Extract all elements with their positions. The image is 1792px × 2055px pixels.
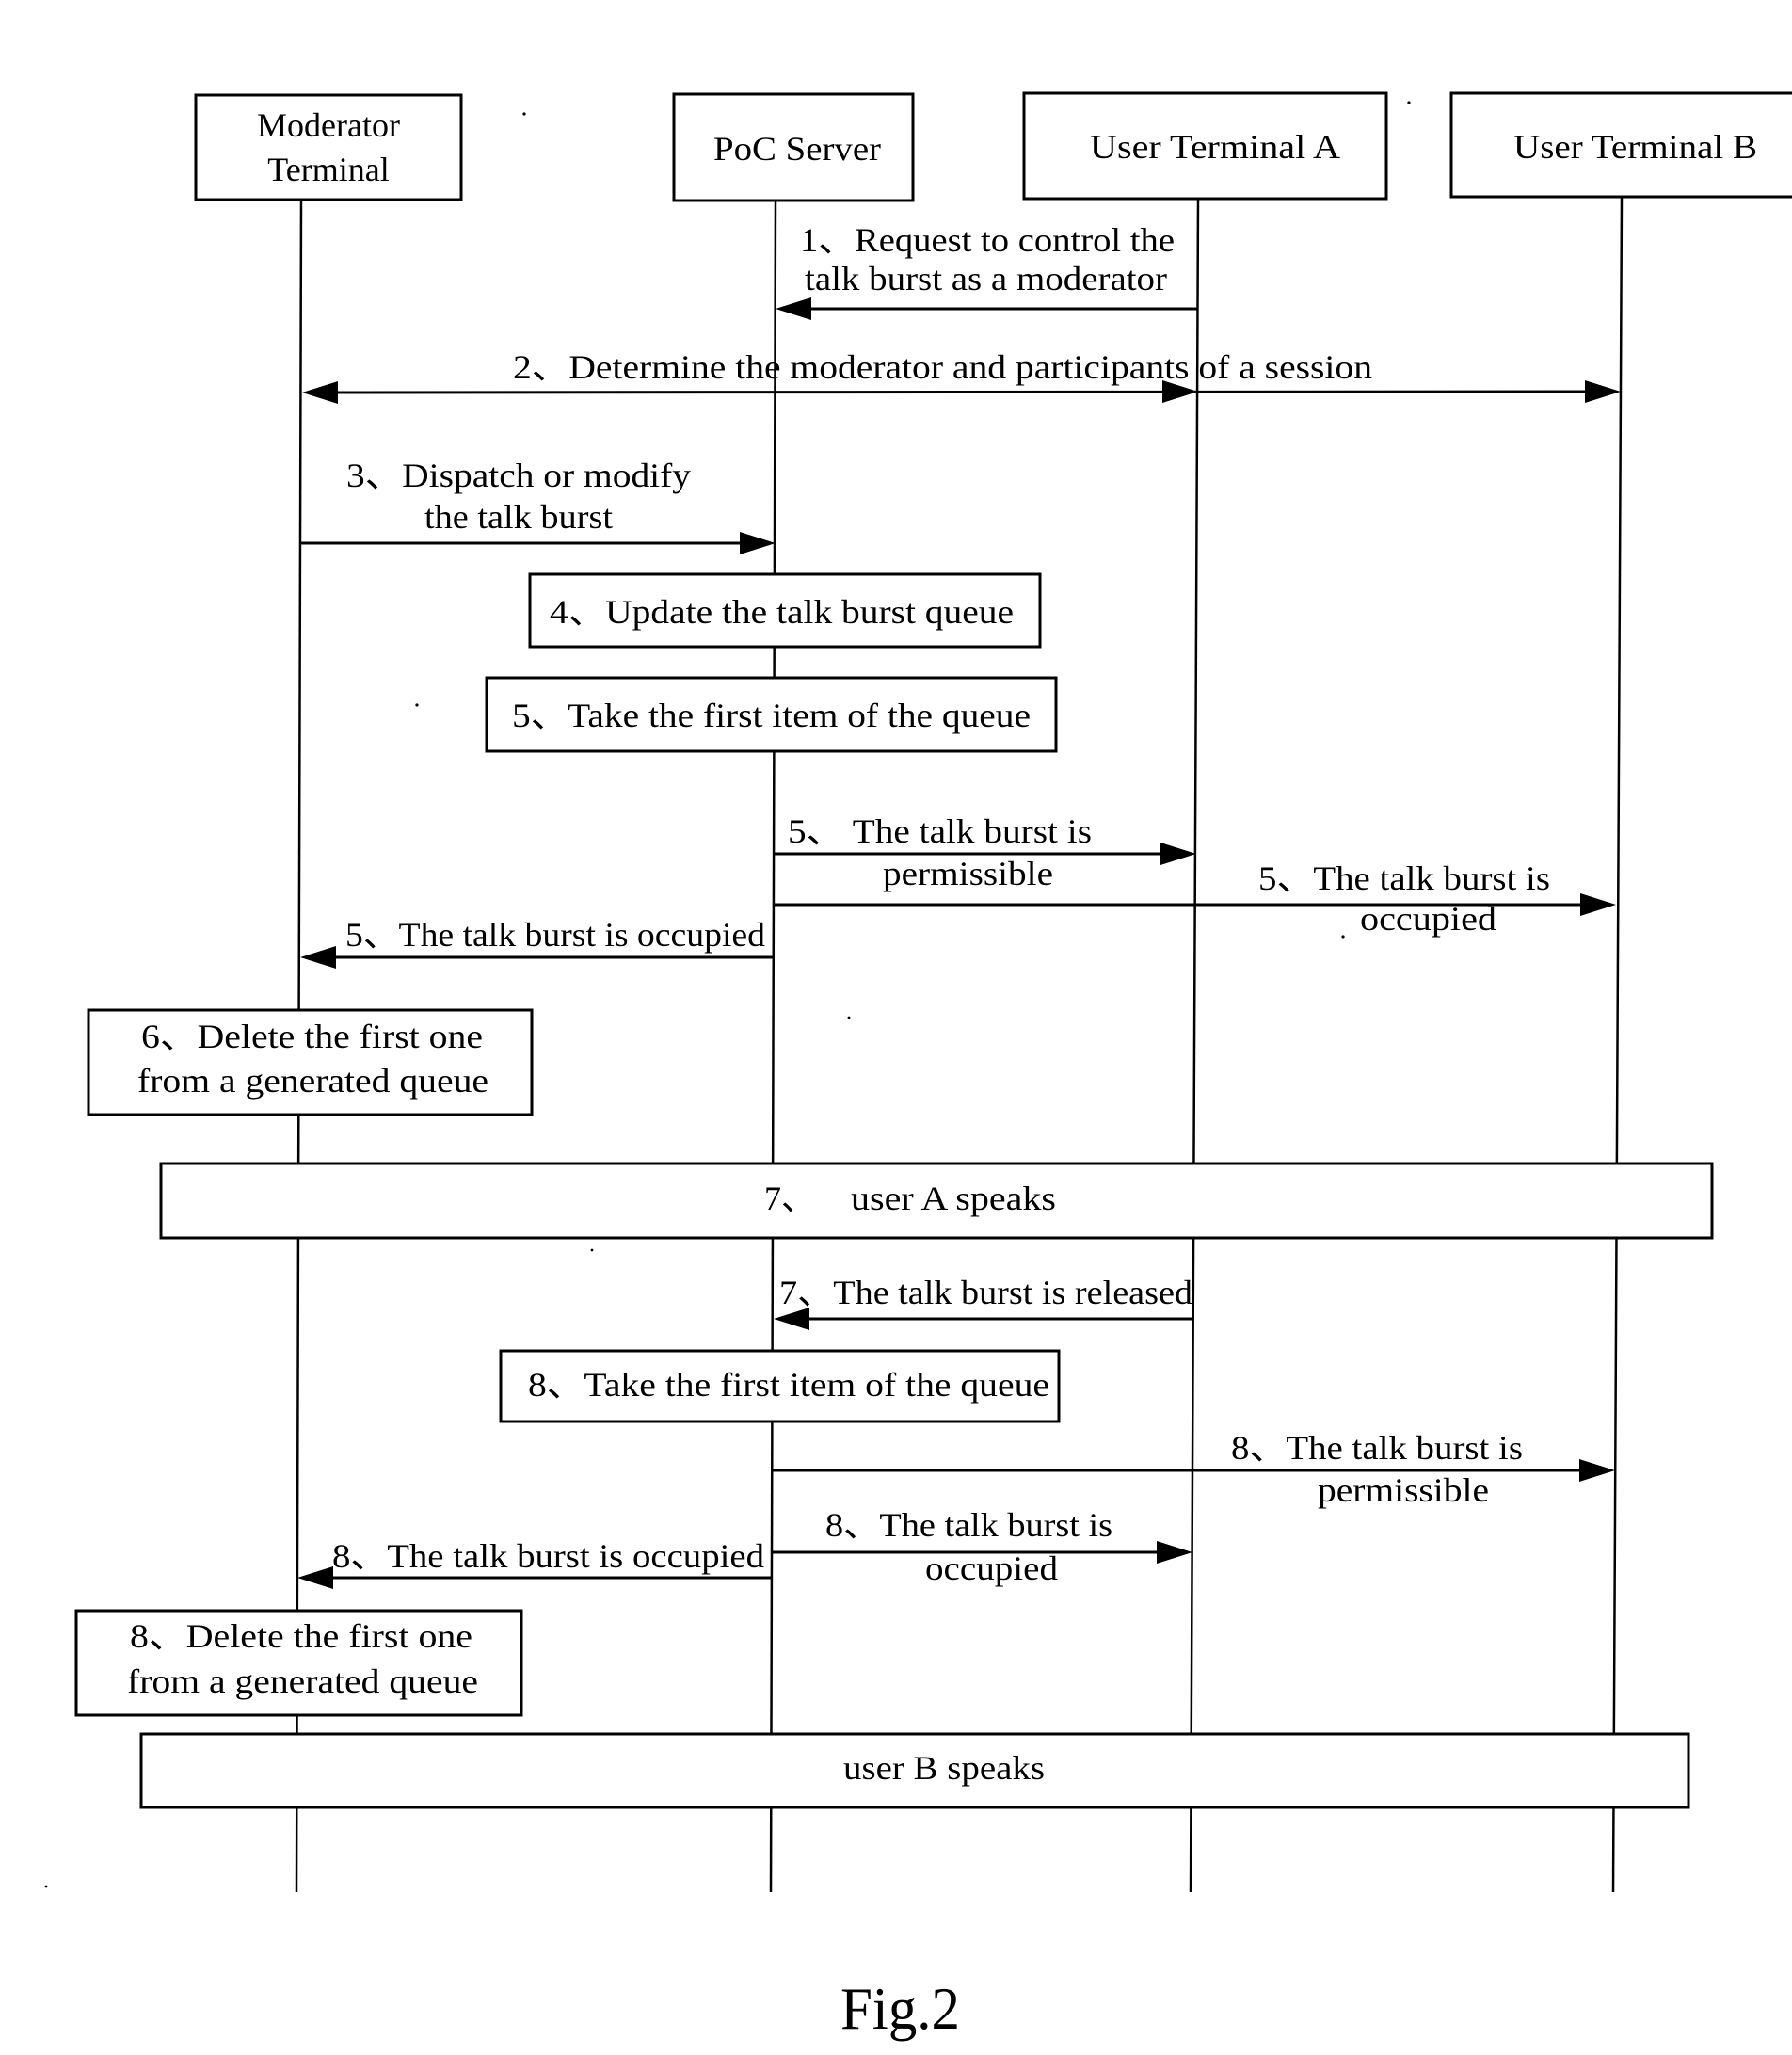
process-label: 4、Update the talk burst queue — [550, 593, 1014, 631]
message-label: 5、The talk burst is occupied — [345, 916, 765, 954]
lifeline-poc-server — [769, 199, 777, 1893]
message-label-line-1: 8、The talk burst is — [1231, 1429, 1523, 1467]
message-label-line-2: permissible — [1318, 1471, 1489, 1509]
arrow-head-right-icon — [1157, 1541, 1192, 1564]
speck — [522, 112, 526, 116]
message-2-determine-participants: 2、Determine the moderator and participan… — [302, 348, 1621, 404]
process-box-6-delete-first: 6、Delete the first one from a generated … — [87, 1008, 534, 1116]
process-label: 5、Take the first item of the queue — [512, 697, 1031, 734]
arrow-head-right-icon — [1579, 1459, 1615, 1482]
message-arrow-line — [310, 390, 1610, 394]
span-label: user A speaks — [851, 1180, 1056, 1217]
arrow-head-left-icon — [776, 297, 811, 320]
lifeline-user-terminal-b — [1611, 196, 1624, 1893]
message-7-released: 7、The talk burst is released — [774, 1274, 1193, 1330]
process-label: 8、Take the first item of the queue — [528, 1366, 1049, 1404]
speck — [847, 1016, 851, 1019]
message-label: 7、The talk burst is released — [779, 1274, 1192, 1311]
speck — [415, 703, 419, 707]
speck — [44, 1885, 48, 1888]
message-label: 2、Determine the moderator and participan… — [513, 348, 1372, 386]
message-label: 8、The talk burst is occupied — [332, 1537, 764, 1575]
process-box-8-take-first-item: 8、Take the first item of the queue — [499, 1349, 1061, 1423]
arrow-head-left-icon — [300, 946, 336, 969]
participant-label: PoC Server — [713, 130, 881, 168]
participant-label: User Terminal A — [1090, 128, 1340, 166]
message-5-occupied-to-moderator: 5、The talk burst is occupied — [300, 916, 775, 969]
arrow-head-right-icon — [740, 532, 776, 554]
span-box-user-b-speaks: user B speaks — [139, 1732, 1690, 1809]
speck — [1407, 101, 1411, 104]
participant-label: User Terminal B — [1513, 128, 1757, 166]
arrow-head-right-icon — [1585, 380, 1621, 403]
lifeline-user-terminal-a — [1189, 198, 1200, 1893]
participant-user-terminal-a: User Terminal A — [1022, 91, 1388, 201]
process-box-4-update-queue: 4、Update the talk burst queue — [528, 572, 1042, 649]
span-step-number: 7、 — [764, 1180, 815, 1217]
process-label-line-2: from a generated queue — [127, 1662, 478, 1700]
process-label-line-1: 6、Delete the first one — [141, 1018, 483, 1055]
arrow-head-left-icon — [302, 381, 338, 404]
message-8-occupied-to-moderator: 8、The talk burst is occupied — [297, 1537, 772, 1589]
message-label-line-2: talk burst as a moderator — [805, 260, 1167, 297]
sequence-diagram: Moderator Terminal PoC Server User Termi… — [44, 91, 1792, 2042]
message-label-line-1: 8、The talk burst is — [825, 1506, 1112, 1544]
process-box-5-take-first-item: 5、Take the first item of the queue — [485, 676, 1058, 753]
message-label-line-2: permissible — [883, 855, 1053, 892]
speck — [590, 1248, 594, 1252]
figure-caption: Fig.2 — [840, 1975, 960, 2042]
message-label-line-1: 5、The talk burst is — [1258, 859, 1550, 897]
participant-moderator-terminal: Moderator Terminal — [194, 93, 463, 201]
message-label-line-1: 3、Dispatch or modify — [346, 457, 691, 494]
arrow-head-right-icon — [1160, 843, 1196, 865]
span-box-7-user-a-speaks: 7、 user A speaks — [159, 1162, 1714, 1240]
participant-user-terminal-b: User Terminal B — [1449, 91, 1792, 199]
message-8-occupied-to-a: 8、The talk burst is occupied — [773, 1506, 1192, 1587]
participant-label-line-2: Terminal — [267, 151, 389, 188]
message-8-permissible-to-b: 8、The talk burst is permissible — [773, 1429, 1615, 1509]
participant-poc-server: PoC Server — [672, 92, 915, 202]
arrow-head-right-icon — [1580, 893, 1616, 916]
speck — [1341, 935, 1345, 939]
process-box-8-delete-first: 8、Delete the first one from a generated … — [74, 1609, 523, 1717]
message-5-permissible-to-a: 5、 The talk burst is permissible — [775, 812, 1196, 892]
participant-label-line-1: Moderator — [257, 106, 400, 144]
span-label: user B speaks — [843, 1749, 1045, 1787]
message-label-line-1: 1、Request to control the — [800, 221, 1175, 259]
arrow-head-left-icon — [297, 1566, 333, 1589]
message-label-line-2: occupied — [925, 1549, 1058, 1587]
message-label-line-1: 5、 The talk burst is — [788, 812, 1092, 850]
process-label-line-2: from a generated queue — [137, 1062, 488, 1100]
message-3-dispatch-modify: 3、Dispatch or modify the talk burst — [301, 457, 776, 554]
message-label-line-2: the talk burst — [424, 498, 613, 536]
message-1-request-control: 1、Request to control the talk burst as a… — [776, 221, 1198, 320]
process-label-line-1: 8、Delete the first one — [130, 1617, 472, 1655]
